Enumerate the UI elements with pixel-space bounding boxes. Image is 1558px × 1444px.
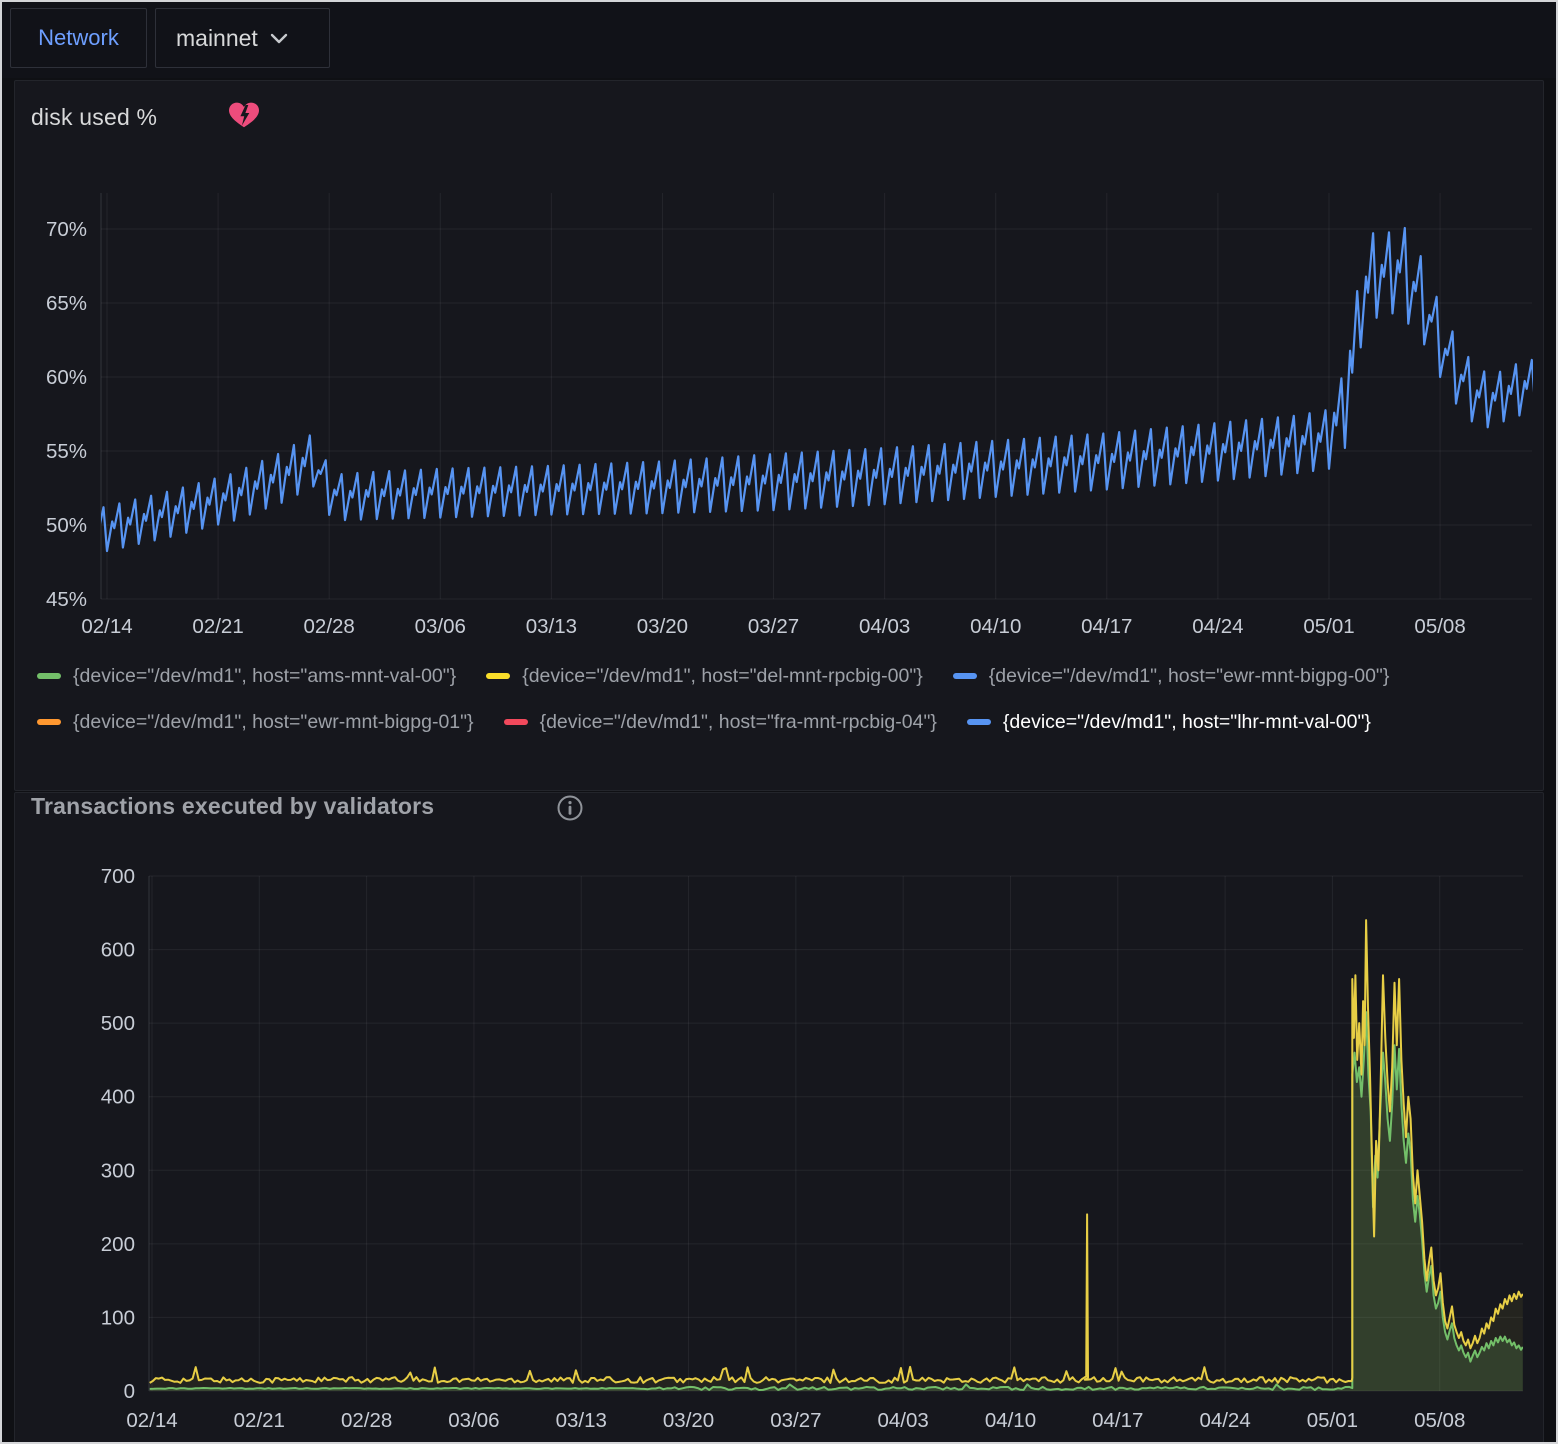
panel-transactions: Transactions executed by validators Cert… (14, 792, 1544, 1443)
legend-swatch (953, 673, 977, 679)
x-axis-ticks: 02/14 02/21 02/28 03/06 03/13 03/20 03/27 04/03… (126, 1409, 1465, 1432)
legend-label: {device="/dev/md1", host="fra-mnt-rpcbig… (540, 711, 937, 734)
svg-text:600: 600 (101, 939, 135, 962)
legend-label: {device="/dev/md1", host="lhr-mnt-val-00… (1003, 711, 1371, 734)
svg-text:200: 200 (101, 1233, 135, 1256)
svg-text:45%: 45% (46, 588, 87, 611)
legend-item[interactable]: {device="/dev/md1", host="fra-mnt-rpcbig… (504, 699, 937, 745)
legend-item[interactable]: {device="/dev/md1", host="ewr-mnt-bigpg-… (953, 653, 1390, 699)
svg-text:05/01: 05/01 (1303, 615, 1354, 638)
chevron-down-icon (270, 32, 288, 44)
dashboard: Network mainnet disk used % 45% 50% 55% 60%… (0, 0, 1558, 1444)
svg-text:03/27: 03/27 (770, 1409, 821, 1432)
svg-text:65%: 65% (46, 292, 87, 315)
svg-text:100: 100 (101, 1306, 135, 1329)
legend-item[interactable]: {device="/dev/md1", host="del-mnt-rpcbig… (486, 653, 923, 699)
svg-text:02/28: 02/28 (304, 615, 355, 638)
legend-swatch (37, 673, 61, 679)
legend-swatch (486, 673, 510, 679)
gridlines (101, 193, 1532, 599)
yellow-series-line[interactable] (150, 920, 1523, 1383)
svg-text:500: 500 (101, 1012, 135, 1035)
legend-label: {device="/dev/md1", host="del-mnt-rpcbig… (522, 665, 923, 688)
legend-label: {device="/dev/md1", host="ewr-mnt-bigpg-… (989, 665, 1390, 688)
network-variable-label: Network (10, 8, 147, 68)
legend-label: {device="/dev/md1", host="ewr-mnt-bigpg-… (73, 711, 474, 734)
legend-swatch (967, 719, 991, 725)
svg-text:05/01: 05/01 (1307, 1409, 1358, 1432)
svg-text:02/21: 02/21 (234, 1409, 285, 1432)
svg-text:05/08: 05/08 (1414, 1409, 1465, 1432)
disk-used-legend: {device="/dev/md1", host="ams-mnt-val-00… (37, 653, 1537, 745)
dashboard-toolbar: Network mainnet (0, 0, 1558, 78)
svg-text:50%: 50% (46, 514, 87, 537)
svg-text:70%: 70% (46, 218, 87, 241)
svg-text:04/24: 04/24 (1192, 615, 1243, 638)
svg-text:04/10: 04/10 (970, 615, 1021, 638)
svg-text:02/28: 02/28 (341, 1409, 392, 1432)
transactions-chart[interactable]: 0 100 200 300 400 500 600 700 02/14 02/21 02/28 03/… (15, 851, 1545, 1444)
svg-text:60%: 60% (46, 366, 87, 389)
y-axis-ticks: 45% 50% 55% 60% 65% 70% (46, 218, 87, 611)
svg-text:03/06: 03/06 (415, 615, 466, 638)
svg-text:03/06: 03/06 (448, 1409, 499, 1432)
svg-text:55%: 55% (46, 440, 87, 463)
network-variable-dropdown[interactable]: mainnet (155, 8, 330, 68)
panel-title-disk-used: disk used % (31, 104, 157, 131)
svg-text:04/24: 04/24 (1199, 1409, 1250, 1432)
svg-text:03/27: 03/27 (748, 615, 799, 638)
panel-disk-used: disk used % 45% 50% 55% 60% 65% 70% 02/14 02/21… (14, 80, 1544, 791)
disk-used-chart[interactable]: 45% 50% 55% 60% 65% 70% 02/14 02/21 02/28 03/06 03… (15, 141, 1545, 701)
svg-text:04/03: 04/03 (878, 1409, 929, 1432)
network-variable-label-text: Network (38, 25, 119, 51)
svg-text:02/14: 02/14 (81, 615, 132, 638)
svg-text:04/03: 04/03 (859, 615, 910, 638)
y-axis-ticks: 0 100 200 300 400 500 600 700 (101, 865, 135, 1403)
svg-text:03/20: 03/20 (663, 1409, 714, 1432)
svg-text:04/10: 04/10 (985, 1409, 1036, 1432)
svg-text:04/17: 04/17 (1092, 1409, 1143, 1432)
legend-item[interactable]: {device="/dev/md1", host="ewr-mnt-bigpg-… (37, 699, 474, 745)
svg-text:300: 300 (101, 1159, 135, 1182)
series-lhr-mnt-val-00[interactable] (91, 228, 1545, 555)
x-axis-ticks: 02/14 02/21 02/28 03/06 03/13 03/20 03/27 04/03… (81, 615, 1465, 638)
svg-text:03/20: 03/20 (637, 615, 688, 638)
svg-text:02/21: 02/21 (192, 615, 243, 638)
green-series-fill (150, 1012, 1523, 1391)
svg-text:03/13: 03/13 (526, 615, 577, 638)
svg-text:0: 0 (124, 1380, 135, 1403)
svg-text:400: 400 (101, 1086, 135, 1109)
gridlines (149, 876, 1523, 1391)
legend-swatch (504, 719, 528, 725)
legend-item[interactable]: {device="/dev/md1", host="ams-mnt-val-00… (37, 653, 456, 699)
svg-text:02/14: 02/14 (126, 1409, 177, 1432)
yellow-series-fill (150, 920, 1523, 1391)
heart-broken-alert-icon[interactable] (227, 101, 261, 133)
network-variable-value: mainnet (176, 25, 258, 52)
panel-title-transactions: Transactions executed by validators (31, 793, 434, 820)
green-series-line[interactable] (150, 1012, 1523, 1390)
legend-item[interactable]: {device="/dev/md1", host="lhr-mnt-val-00… (967, 699, 1371, 745)
info-circle-icon[interactable] (557, 795, 583, 821)
svg-text:05/08: 05/08 (1414, 615, 1465, 638)
svg-text:03/13: 03/13 (556, 1409, 607, 1432)
svg-text:04/17: 04/17 (1081, 615, 1132, 638)
svg-text:700: 700 (101, 865, 135, 888)
legend-swatch (37, 719, 61, 725)
legend-label: {device="/dev/md1", host="ams-mnt-val-00… (73, 665, 456, 688)
